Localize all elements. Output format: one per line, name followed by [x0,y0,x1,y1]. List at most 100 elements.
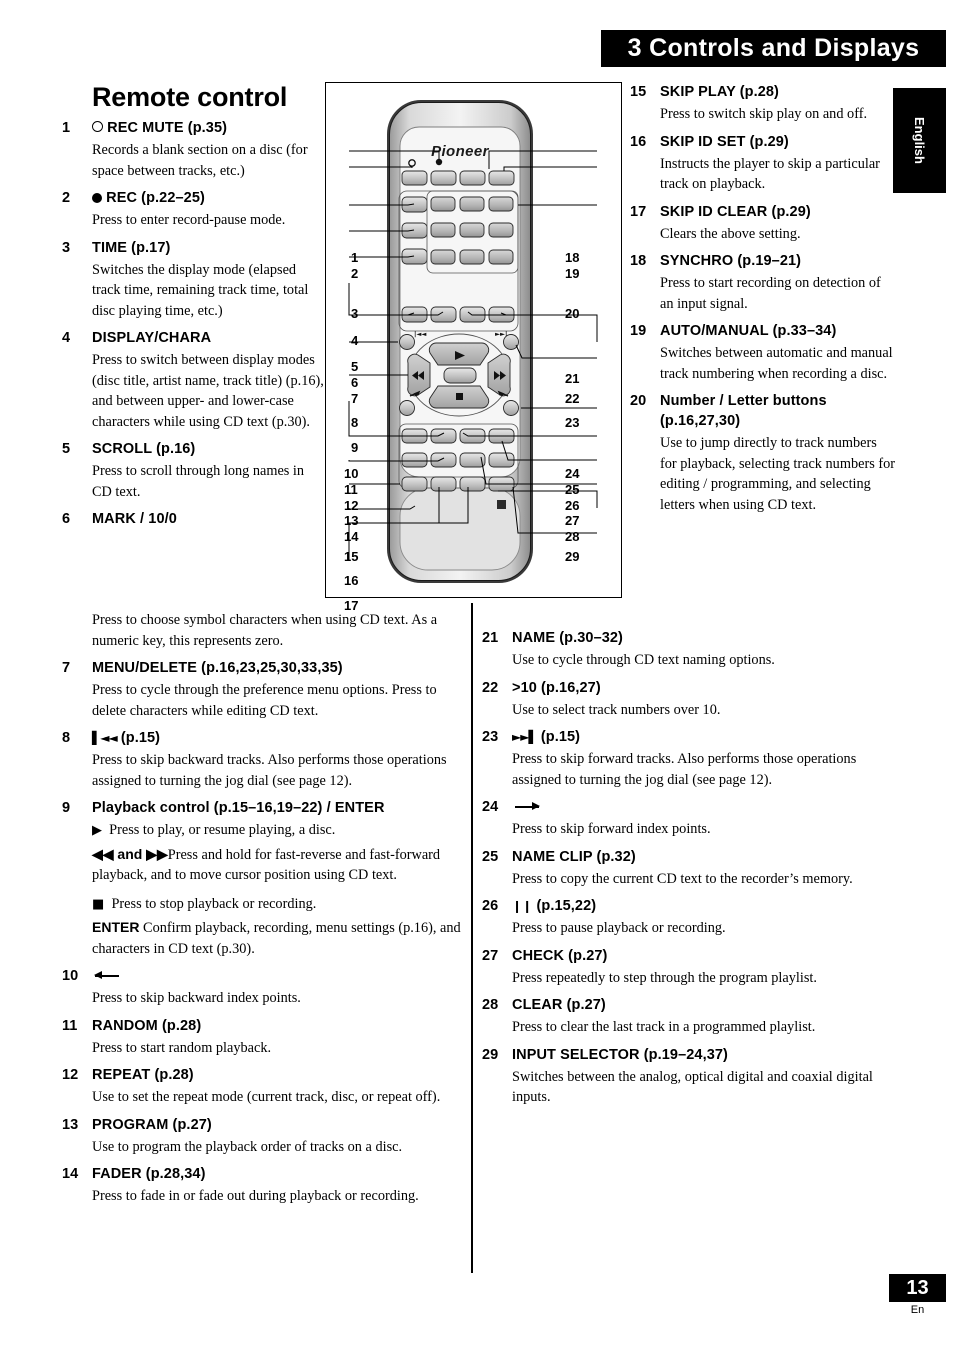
chapter-header-bar: 3 Controls and Displays [601,30,946,67]
item-4: 4 DISPLAY/CHARA Press to switch between … [62,328,327,432]
item-4-number: 4 [62,330,71,346]
item-2-number: 2 [62,190,71,206]
item-27-desc: Press repeatedly to step through the pro… [512,969,817,986]
item-10-title [92,966,462,986]
item-29-number: 29 [482,1046,499,1063]
item-15-title: SKIP PLAY (p.28) [660,84,779,100]
item-21-number: 21 [482,630,499,646]
item-14-desc: Press to fade in or fade out during play… [92,1188,419,1204]
item-19: 19 AUTO/MANUAL (p.33–34) Switches betwee… [630,321,895,384]
item-6-number: 6 [62,511,71,527]
item-7-number: 7 [62,660,71,676]
item-6-desc: Press to choose symbol characters when u… [92,612,438,649]
item-2-title: REC (p.22–25) [92,188,327,208]
item-21-desc: Use to cycle through CD text naming opti… [512,652,775,668]
item-13: 13 PROGRAM (p.27) Use to program the pla… [62,1115,462,1158]
item-16-title: SKIP ID SET (p.29) [660,133,789,150]
item-23-title: ►►▌ (p.15) [512,729,581,745]
item-2: 2 REC (p.22–25) Press to enter record-pa… [62,188,327,231]
item-29-title: INPUT SELECTOR (p.19–24,37) [512,1046,728,1063]
item-28-title: CLEAR (p.27) [512,997,606,1013]
item-5-number: 5 [62,441,71,457]
open-circle-rec-mute-icon [92,121,103,132]
left-bottom-column: Press to choose symbol characters when u… [62,608,462,1214]
item-11-desc: Press to start random playback. [92,1039,272,1056]
item-25-number: 25 [482,848,499,865]
item-29: 29 INPUT SELECTOR (p.19–24,37) Switches … [482,1045,882,1108]
item-18-desc: Press to start recording on detection of… [660,275,881,312]
page-number-badge: 13 [889,1274,946,1302]
item-23-desc: Press to skip forward tracks. Also perfo… [512,751,857,788]
item-7-title: MENU/DELETE (p.16,23,25,30,33,35) [92,660,343,676]
remote-control-illustration: Pioneer |◄◄ ►►| [348,100,598,583]
item-14-number: 14 [62,1166,79,1182]
item-25: 25 NAME CLIP (p.32) Press to copy the cu… [482,847,882,890]
skip-forward-icon: ►►▌ [512,730,538,744]
enter-label: ENTER [92,919,140,935]
item-6-title: MARK / 10/0 [92,511,177,527]
right-bottom-column: 21 NAME (p.30–32) Use to cycle through C… [482,628,882,1115]
item-22-desc: Use to select track numbers over 10. [512,701,721,718]
item-9-title: Playback control (p.15–16,19–22) / ENTER [92,800,385,816]
item-6: 6 MARK / 10/0 [62,509,327,529]
item-3-number: 3 [62,239,71,256]
item-16-desc: Instructs the player to skip a particula… [660,155,880,193]
item-23-number: 23 [482,729,499,745]
stop-icon: ■ [92,896,105,912]
item-21: 21 NAME (p.30–32) Use to cycle through C… [482,628,882,671]
item-26: 26 ❙❙ (p.15,22) Press to pause playback … [482,896,882,939]
item-9-line-stop: ■ Press to stop playback or recording. [92,895,317,912]
item-15-desc: Press to switch skip play on and off. [660,106,868,122]
item-21-title: NAME (p.30–32) [512,630,623,646]
item-24-desc: Press to skip forward index points. [512,821,711,837]
item-26-title: ❙❙ (p.15,22) [512,898,597,914]
rew-ff-icon: ◀◀ and ▶▶ [92,845,168,862]
item-9-line-enter: ENTER Confirm playback, recording, menu … [92,919,461,957]
item-9-number: 9 [62,800,71,816]
item-1-desc: Records a blank section on a disc (for s… [92,142,308,179]
left-top-column: 1 REC MUTE (p.35) Records a blank sectio… [62,118,327,536]
jog-cursor-cluster [407,333,511,417]
item-4-desc: Press to switch between display modes (d… [92,352,324,430]
remote-control-diagram: Pioneer |◄◄ ►►| [325,82,622,598]
item-19-desc: Switches between automatic and manual tr… [660,345,893,382]
item-9-line-play: ▶ Press to play, or resume playing, a di… [92,822,336,838]
item-27-title: CHECK (p.27) [512,947,608,964]
item-24: 24 Press to skip forward index points. [482,797,882,840]
item-28-desc: Press to clear the last track in a progr… [512,1019,816,1035]
item-25-title: NAME CLIP (p.32) [512,848,636,865]
item-15-number: 15 [630,84,647,100]
item-17-desc: Clears the above setting. [660,225,801,242]
item-12-title: REPEAT (p.28) [92,1067,194,1083]
item-26-desc: Press to pause playback or recording. [512,920,726,936]
item-1: 1 REC MUTE (p.35) Records a blank sectio… [62,118,327,181]
item-5-title: SCROLL (p.16) [92,441,196,457]
item-11-number: 11 [62,1017,78,1034]
item-10: 10 Press to skip backward index points. [62,966,462,1009]
item-22-title: >10 (p.16,27) [512,679,601,696]
item-22-number: 22 [482,679,499,696]
item-19-number: 19 [630,323,647,339]
arrow-left-index-icon [92,969,122,981]
item-7: 7 MENU/DELETE (p.16,23,25,30,33,35) Pres… [62,658,462,721]
item-18-title: SYNCHRO (p.19–21) [660,253,802,269]
item-28: 28 CLEAR (p.27) Press to clear the last … [482,995,882,1038]
item-18: 18 SYNCHRO (p.19–21) Press to start reco… [630,251,895,314]
item-8-title: ▌◄◄ (p.15) [92,730,161,746]
item-11-title: RANDOM (p.28) [92,1017,202,1034]
filled-circle-rec-icon [92,193,102,203]
item-17: 17 SKIP ID CLEAR (p.29) Clears the above… [630,202,895,245]
item-20: 20 Number / Letter buttons (p.16,27,30) … [630,391,895,515]
item-16-number: 16 [630,133,647,150]
item-20-desc: Use to jump directly to track numbers fo… [660,435,896,513]
page-number: 13 [906,1276,929,1299]
item-27-number: 27 [482,947,499,964]
enter-button [443,367,477,384]
item-24-number: 24 [482,799,499,815]
item-9-line-rewff: ◀◀ and ▶▶Press and hold for fast-reverse… [92,845,441,884]
item-4-title: DISPLAY/CHARA [92,330,212,346]
item-17-number: 17 [630,203,647,220]
item-17-title: SKIP ID CLEAR (p.29) [660,203,811,220]
item-15: 15 SKIP PLAY (p.28) Press to switch skip… [630,82,895,125]
language-tab-label: English [912,117,927,164]
